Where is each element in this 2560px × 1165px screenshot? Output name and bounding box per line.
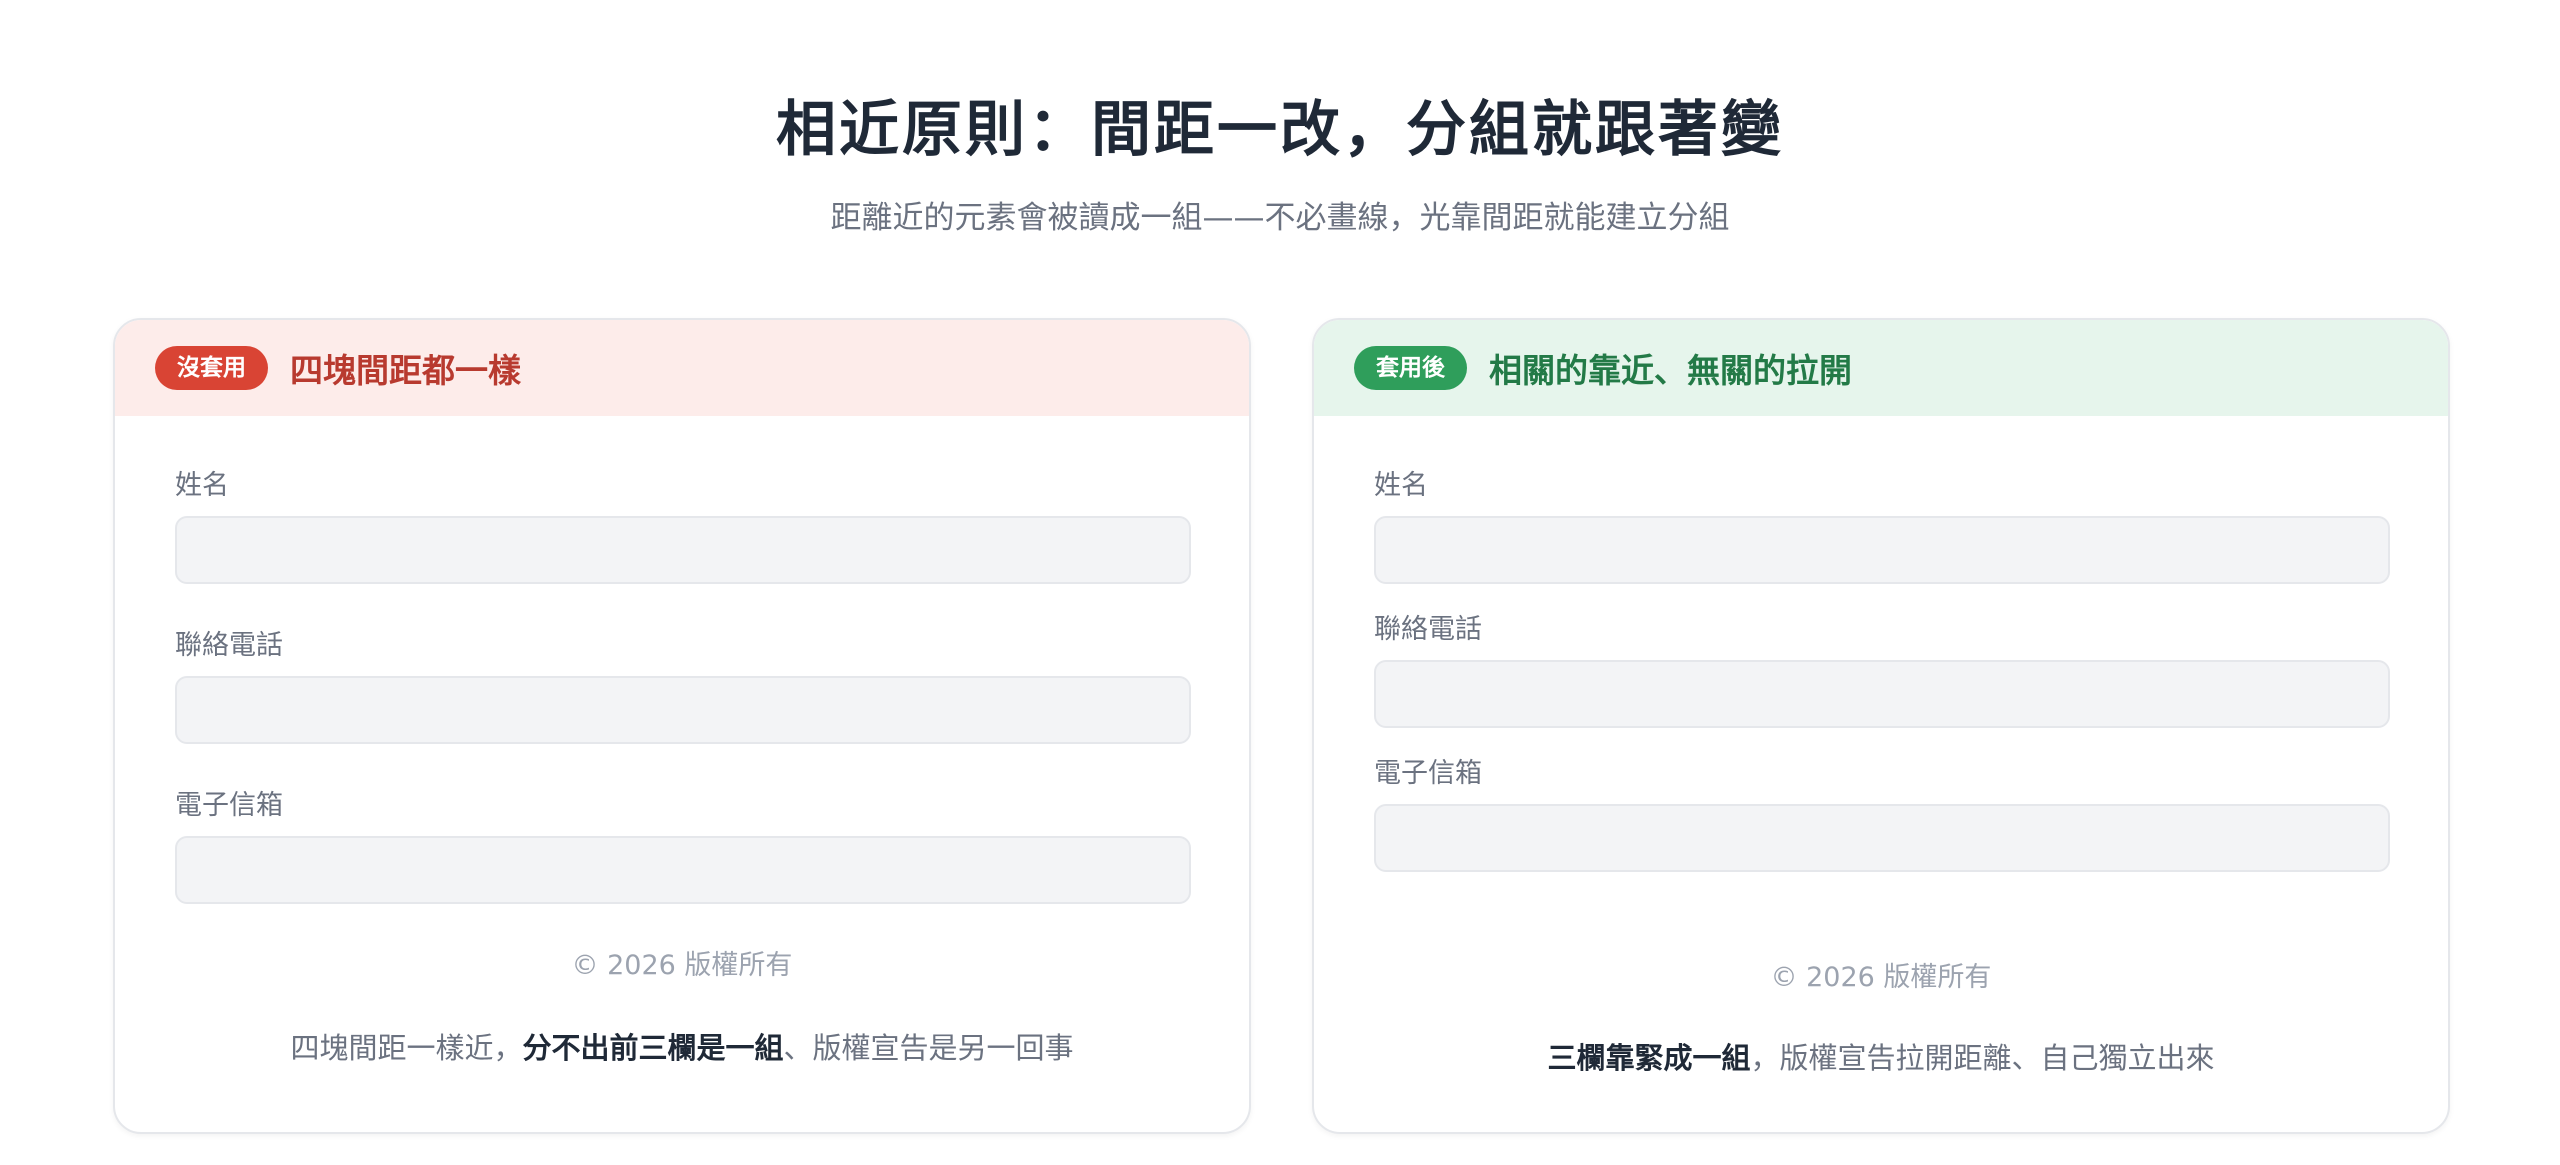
field-label-email: 電子信箱: [1374, 758, 1482, 789]
card-title: 四塊間距都一樣: [290, 351, 521, 390]
phone-input[interactable]: [175, 676, 1191, 744]
card-title: 相關的靠近、無關的拉開: [1489, 351, 1852, 390]
caption-emphasis: 三欄靠緊成一組: [1547, 1041, 1751, 1075]
status-badge: 套用後: [1354, 346, 1467, 390]
field-label-email: 電子信箱: [175, 790, 283, 821]
name-input[interactable]: [1374, 516, 2390, 584]
page: 相近原則：間距一改，分組就跟著變 距離近的元素會被讀成一組——不必畫線，光靠間距…: [0, 0, 2560, 1165]
card-with-proximity: 套用後 相關的靠近、無關的拉開 姓名 聯絡電話 電子信箱 © 2026 版權所有…: [1312, 318, 2450, 1134]
card-header: 套用後 相關的靠近、無關的拉開: [1314, 320, 2448, 416]
name-input[interactable]: [175, 516, 1191, 584]
caption-suffix: ，版權宣告拉開距離、自己獨立出來: [1750, 1041, 2215, 1075]
page-subtitle: 距離近的元素會被讀成一組——不必畫線，光靠間距就能建立分組: [830, 200, 1730, 236]
caption-suffix: 、版權宣告是另一回事: [783, 1031, 1074, 1065]
caption-emphasis: 分不出前三欄是一組: [522, 1031, 784, 1065]
phone-input[interactable]: [1374, 660, 2390, 728]
email-input[interactable]: [1374, 804, 2390, 872]
card-caption: 四塊間距一樣近，分不出前三欄是一組、版權宣告是另一回事: [115, 1028, 1249, 1068]
email-input[interactable]: [175, 836, 1191, 904]
field-label-phone: 聯絡電話: [175, 630, 283, 661]
caption-prefix: 四塊間距一樣近，: [290, 1031, 523, 1065]
page-title: 相近原則：間距一改，分組就跟著變: [776, 95, 1784, 165]
card-without-proximity: 沒套用 四塊間距都一樣 姓名 聯絡電話 電子信箱 © 2026 版權所有 四塊間…: [113, 318, 1251, 1134]
copyright-text: © 2026 版權所有: [571, 950, 793, 981]
field-label-name: 姓名: [175, 470, 229, 501]
field-label-phone: 聯絡電話: [1374, 614, 1482, 645]
copyright-text: © 2026 版權所有: [1770, 962, 1992, 993]
field-label-name: 姓名: [1374, 470, 1428, 501]
card-header: 沒套用 四塊間距都一樣: [115, 320, 1249, 416]
status-badge: 沒套用: [155, 346, 268, 390]
card-caption: 三欄靠緊成一組，版權宣告拉開距離、自己獨立出來: [1314, 1038, 2448, 1078]
